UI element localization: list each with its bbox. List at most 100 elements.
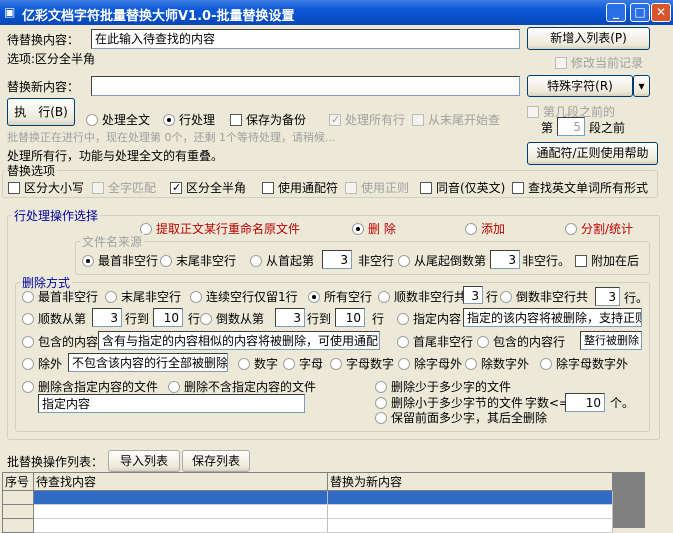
back-from-input[interactable]: 3 bbox=[275, 308, 305, 327]
radio-back-from[interactable]: 倒数从第 bbox=[200, 310, 264, 327]
append-checkbox[interactable]: 附加在后 bbox=[575, 252, 639, 269]
fn-from-start-input[interactable]: 3 bbox=[322, 250, 352, 269]
radio-del-first[interactable]: 最首非空行 bbox=[22, 288, 98, 305]
radio-split[interactable]: 分割/统计 bbox=[565, 220, 633, 237]
list-label: 批替换操作列表： bbox=[7, 455, 104, 469]
cell[interactable] bbox=[327, 518, 613, 533]
col-replace[interactable]: 替换为新内容 bbox=[327, 472, 613, 491]
word-forms-checkbox[interactable]: 查找英文单词所有形式 bbox=[512, 179, 648, 196]
radio-del-with[interactable]: 删除含指定内容的文件 bbox=[22, 378, 158, 395]
radio-fwd-from[interactable]: 顺数从第 bbox=[22, 310, 86, 327]
radio-specified[interactable]: 指定内容 bbox=[397, 310, 461, 327]
radio-line-mode[interactable]: 行处理 bbox=[163, 111, 215, 128]
append-label: 附加在后 bbox=[591, 254, 640, 268]
batch-list-table[interactable]: 序号 待查找内容 替换为新内容 bbox=[2, 472, 613, 533]
radio-fewer-chars[interactable]: 删除少于多少字的文件 bbox=[375, 378, 511, 395]
del-with-label: 删除含指定内容的文件 bbox=[38, 380, 159, 394]
replace-input[interactable] bbox=[91, 76, 520, 96]
radio-back-nonempty[interactable]: 倒数非空行共 bbox=[500, 288, 588, 305]
radio-extract[interactable]: 提取正文某行重命名原文件 bbox=[140, 220, 300, 237]
radio-head-tail[interactable]: 首尾非空行 bbox=[397, 333, 473, 350]
radio-fn-last[interactable]: 末尾非空行 bbox=[160, 252, 236, 269]
case-checkbox[interactable]: 区分大小写 bbox=[8, 179, 84, 196]
contains-line-input[interactable]: 整行被删除 bbox=[580, 331, 642, 350]
before-para-input[interactable]: 5 bbox=[557, 117, 585, 136]
close-button[interactable]: ✕ bbox=[651, 3, 671, 22]
back-from-label: 倒数从第 bbox=[216, 312, 265, 326]
fwd-from-input[interactable]: 3 bbox=[92, 308, 122, 327]
radio-non-letters[interactable]: 除字母外 bbox=[398, 355, 462, 372]
from-end-checkbox[interactable]: 从末尾开始查 bbox=[412, 111, 500, 128]
radio-contains[interactable]: 包含的内容 bbox=[22, 333, 98, 350]
minimize-button[interactable]: _ bbox=[606, 3, 626, 22]
radio-contains-line[interactable]: 包含的内容行 bbox=[477, 333, 565, 350]
sounds-like-checkbox[interactable]: 同音(仅英文) bbox=[420, 179, 505, 196]
maximize-button[interactable]: □ bbox=[630, 3, 650, 22]
fn-from-start-label: 从首起第 bbox=[266, 254, 315, 268]
fn-from-end-label: 从尾起倒数第 bbox=[414, 254, 487, 268]
row-label: 行 bbox=[188, 312, 201, 326]
all-lines-checkbox[interactable]: 处理所有行 bbox=[329, 111, 405, 128]
whole-word-checkbox[interactable]: 全字匹配 bbox=[92, 179, 156, 196]
table-row[interactable] bbox=[2, 518, 613, 533]
import-list-button[interactable]: 导入列表 bbox=[108, 450, 180, 472]
save-list-button[interactable]: 保存列表 bbox=[182, 450, 250, 472]
radio-delete[interactable]: 删 除 bbox=[352, 220, 396, 237]
replace-options-title: 替换选项 bbox=[5, 162, 58, 179]
back-nonempty-input[interactable]: 3 bbox=[595, 287, 620, 306]
radio-keep-first[interactable]: 保留前面多少字，其后全删除 bbox=[375, 409, 547, 426]
cell[interactable] bbox=[33, 504, 328, 519]
specified-input[interactable]: 指定的该内容将被删除，支持正则 bbox=[463, 308, 642, 327]
radio-all-blank[interactable]: 所有空行 bbox=[308, 288, 372, 305]
radio-non-digits[interactable]: 除数字外 bbox=[465, 355, 529, 372]
fwd-to-input[interactable]: 10 bbox=[153, 308, 183, 327]
cell[interactable] bbox=[327, 490, 613, 505]
wildcard-checkbox[interactable]: 使用通配符 bbox=[262, 179, 338, 196]
special-chars-button[interactable]: 特殊字符(R) bbox=[527, 75, 633, 97]
contains-input[interactable]: 含有与指定的内容相似的内容将被删除，可使用通配符 bbox=[98, 331, 380, 350]
row-label: 行 bbox=[372, 312, 385, 326]
row-header[interactable] bbox=[2, 490, 34, 505]
row-label: 行 bbox=[486, 290, 499, 304]
radio-fwd-nonempty[interactable]: 顺数非空行共 bbox=[378, 288, 466, 305]
radio-letters[interactable]: 字母 bbox=[283, 355, 323, 372]
help-button[interactable]: 通配符/正则使用帮助 bbox=[527, 142, 658, 165]
radio-fn-from-start[interactable]: 从首起第 bbox=[250, 252, 314, 269]
radio-non-alnum[interactable]: 除字母数字外 bbox=[540, 355, 628, 372]
radio-alnum[interactable]: 字母数字 bbox=[330, 355, 394, 372]
radio-del-last[interactable]: 末尾非空行 bbox=[105, 288, 181, 305]
row-end-label: 行。 bbox=[624, 291, 649, 305]
col-find[interactable]: 待查找内容 bbox=[33, 472, 328, 491]
radio-keep-one-blank[interactable]: 连续空行仅留1行 bbox=[190, 288, 298, 305]
width-checkbox[interactable]: 区分全半角 bbox=[170, 179, 246, 196]
fn-from-end-input[interactable]: 3 bbox=[490, 250, 520, 269]
radio-except[interactable]: 除外 bbox=[22, 355, 62, 372]
regex-checkbox[interactable]: 使用正则 bbox=[345, 179, 409, 196]
radio-full-text[interactable]: 处理全文 bbox=[86, 111, 150, 128]
special-chars-dropdown[interactable]: ▾ bbox=[633, 75, 650, 97]
radio-fn-first[interactable]: 最首非空行 bbox=[82, 252, 158, 269]
except-input[interactable]: 不包含该内容的行全部被删除 bbox=[68, 353, 228, 372]
cell[interactable] bbox=[33, 518, 328, 533]
backup-checkbox[interactable]: 保存为备份 bbox=[230, 111, 306, 128]
file-content-input[interactable]: 指定内容 bbox=[38, 394, 305, 413]
back-to-input[interactable]: 10 bbox=[335, 308, 365, 327]
execute-button[interactable]: 执 行(B) bbox=[7, 98, 75, 126]
radio-add[interactable]: 添加 bbox=[465, 220, 505, 237]
radio-digits[interactable]: 数字 bbox=[238, 355, 278, 372]
fwd-nonempty-input[interactable]: 3 bbox=[463, 286, 483, 304]
table-row[interactable] bbox=[2, 490, 613, 505]
row-header[interactable] bbox=[2, 504, 34, 519]
find-input[interactable]: 在此输入待查找的内容 bbox=[91, 29, 520, 49]
modify-record-checkbox[interactable]: 修改当前记录 bbox=[555, 54, 643, 71]
char-count-input[interactable]: 10 bbox=[565, 393, 605, 412]
line-ops-title: 行处理操作选择 bbox=[12, 207, 101, 224]
col-index[interactable]: 序号 bbox=[2, 472, 34, 491]
cell[interactable] bbox=[327, 504, 613, 519]
table-row[interactable] bbox=[2, 504, 613, 519]
row-header[interactable] bbox=[2, 518, 34, 533]
radio-fn-from-end[interactable]: 从尾起倒数第 bbox=[398, 252, 486, 269]
radio-del-without[interactable]: 删除不含指定内容的文件 bbox=[168, 378, 316, 395]
add-to-list-button[interactable]: 新增入列表(P) bbox=[527, 27, 650, 50]
cell[interactable] bbox=[33, 490, 328, 505]
